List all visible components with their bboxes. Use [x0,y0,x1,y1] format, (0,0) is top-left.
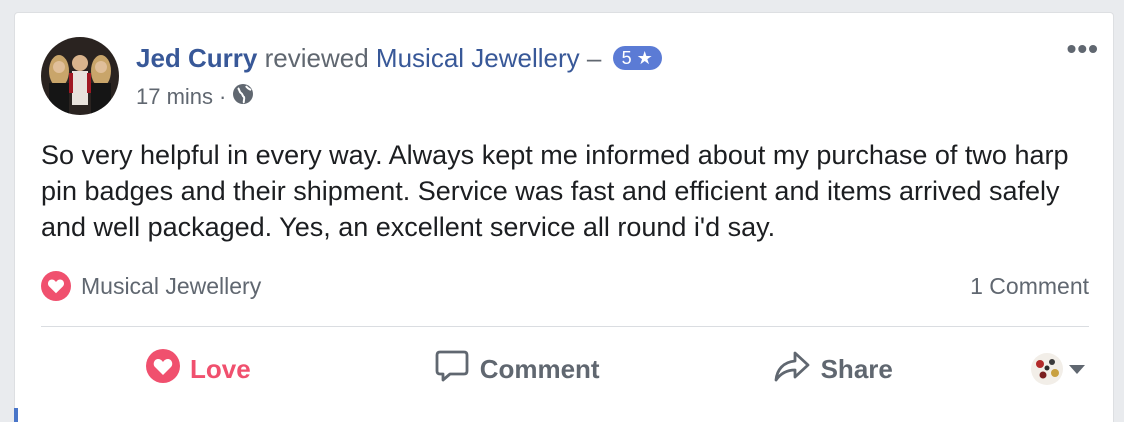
post-timestamp[interactable]: 17 mins [136,84,213,110]
love-button[interactable]: Love [146,348,251,390]
meta-separator: · [219,84,227,109]
chevron-down-icon [1069,364,1085,374]
more-options-icon[interactable]: ••• [1067,35,1099,63]
post-as-selector[interactable] [1031,353,1085,385]
globe-icon[interactable] [232,83,254,111]
comment-count-link[interactable]: 1 Comment [970,273,1089,300]
love-reaction-icon [41,271,71,301]
rating-badge[interactable]: 5 ★ [612,46,662,70]
author-name[interactable]: Jed Curry [136,43,257,73]
divider [41,326,1089,327]
share-label: Share [820,353,893,384]
review-post-card: Jed Curry reviewed Musical Jewellery – 5… [14,12,1114,422]
reaction-by-name: Musical Jewellery [81,272,262,299]
author-avatar[interactable] [41,37,119,115]
comment-label: Comment [479,353,600,384]
heart-icon [146,348,180,390]
page-name-link[interactable]: Musical Jewellery [376,43,580,73]
share-button[interactable]: Share [773,350,893,389]
love-label: Love [190,353,251,384]
reaction-summary[interactable]: Musical Jewellery [41,271,261,301]
share-icon [773,350,811,389]
post-meta: 17 mins · [136,83,254,111]
comment-icon [434,349,470,390]
page-avatar [1031,353,1063,385]
header-action: reviewed [264,43,369,73]
post-header: Jed Curry reviewed Musical Jewellery – 5… [136,43,662,74]
selection-indicator [14,408,18,422]
action-bar: Love Comment Share [41,348,1089,390]
header-dash: – [586,43,602,73]
comment-button[interactable]: Comment [434,349,600,390]
rating-value: 5 [621,48,632,68]
review-text: So very helpful in every way. Always kep… [41,140,1069,242]
star-icon: ★ [631,48,653,68]
